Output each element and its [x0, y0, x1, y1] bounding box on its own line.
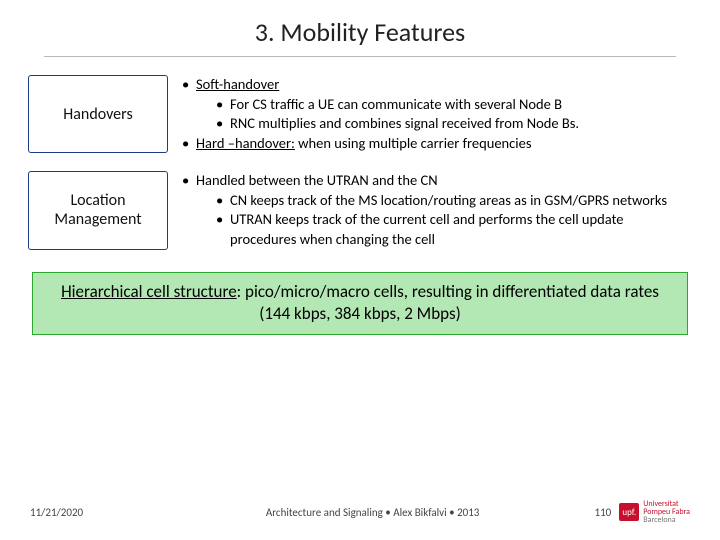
- upf-logo-icon: upf.: [619, 503, 639, 521]
- label-handovers: Handovers: [28, 75, 168, 153]
- hard-handover-tail: when using multiple carrier frequencies: [295, 134, 532, 152]
- loc-bullet-2: UTRAN keeps track of the current cell an…: [216, 210, 692, 249]
- row-location: Location Management Handled between the …: [28, 171, 692, 249]
- slide-title: 3. Mobility Features: [0, 0, 720, 56]
- footer: 11/21/2020 Architecture and Signaling • …: [0, 500, 720, 524]
- label-location: Location Management: [28, 171, 168, 249]
- loc-bullet-1: CN keeps track of the MS location/routin…: [216, 191, 692, 211]
- upf-logo-labels: Universitat Pompeu Fabra Barcelona: [643, 500, 690, 524]
- loc-head: Handled between the UTRAN and the CN: [196, 171, 438, 189]
- row-handovers: Handovers Soft-handover For CS traffic a…: [28, 75, 692, 153]
- soft-handover-head: Soft-handover: [196, 75, 279, 93]
- soft-bullet-1: For CS traffic a UE can communicate with…: [216, 95, 692, 115]
- green-tail: : pico/micro/macro cells, resulting in d…: [237, 281, 659, 325]
- footer-date: 11/21/2020: [30, 506, 170, 519]
- content-location: Handled between the UTRAN and the CN CN …: [182, 171, 692, 249]
- hard-handover-head: Hard –handover:: [196, 134, 295, 152]
- title-rule: [44, 56, 676, 57]
- content-handovers: Soft-handover For CS traffic a UE can co…: [182, 75, 692, 153]
- content-rows: Handovers Soft-handover For CS traffic a…: [0, 75, 720, 250]
- logo-line-3: Barcelona: [643, 516, 690, 524]
- footer-page: 110: [575, 506, 611, 519]
- green-underlined: Hierarchical cell structure: [61, 281, 237, 302]
- upf-logo-text: upf.: [622, 508, 636, 517]
- green-callout: Hierarchical cell structure: pico/micro/…: [32, 272, 688, 336]
- footer-logo: upf. Universitat Pompeu Fabra Barcelona: [619, 500, 690, 524]
- soft-bullet-2: RNC multiplies and combines signal recei…: [216, 114, 692, 134]
- footer-center: Architecture and Signaling • Alex Bikfal…: [170, 506, 575, 519]
